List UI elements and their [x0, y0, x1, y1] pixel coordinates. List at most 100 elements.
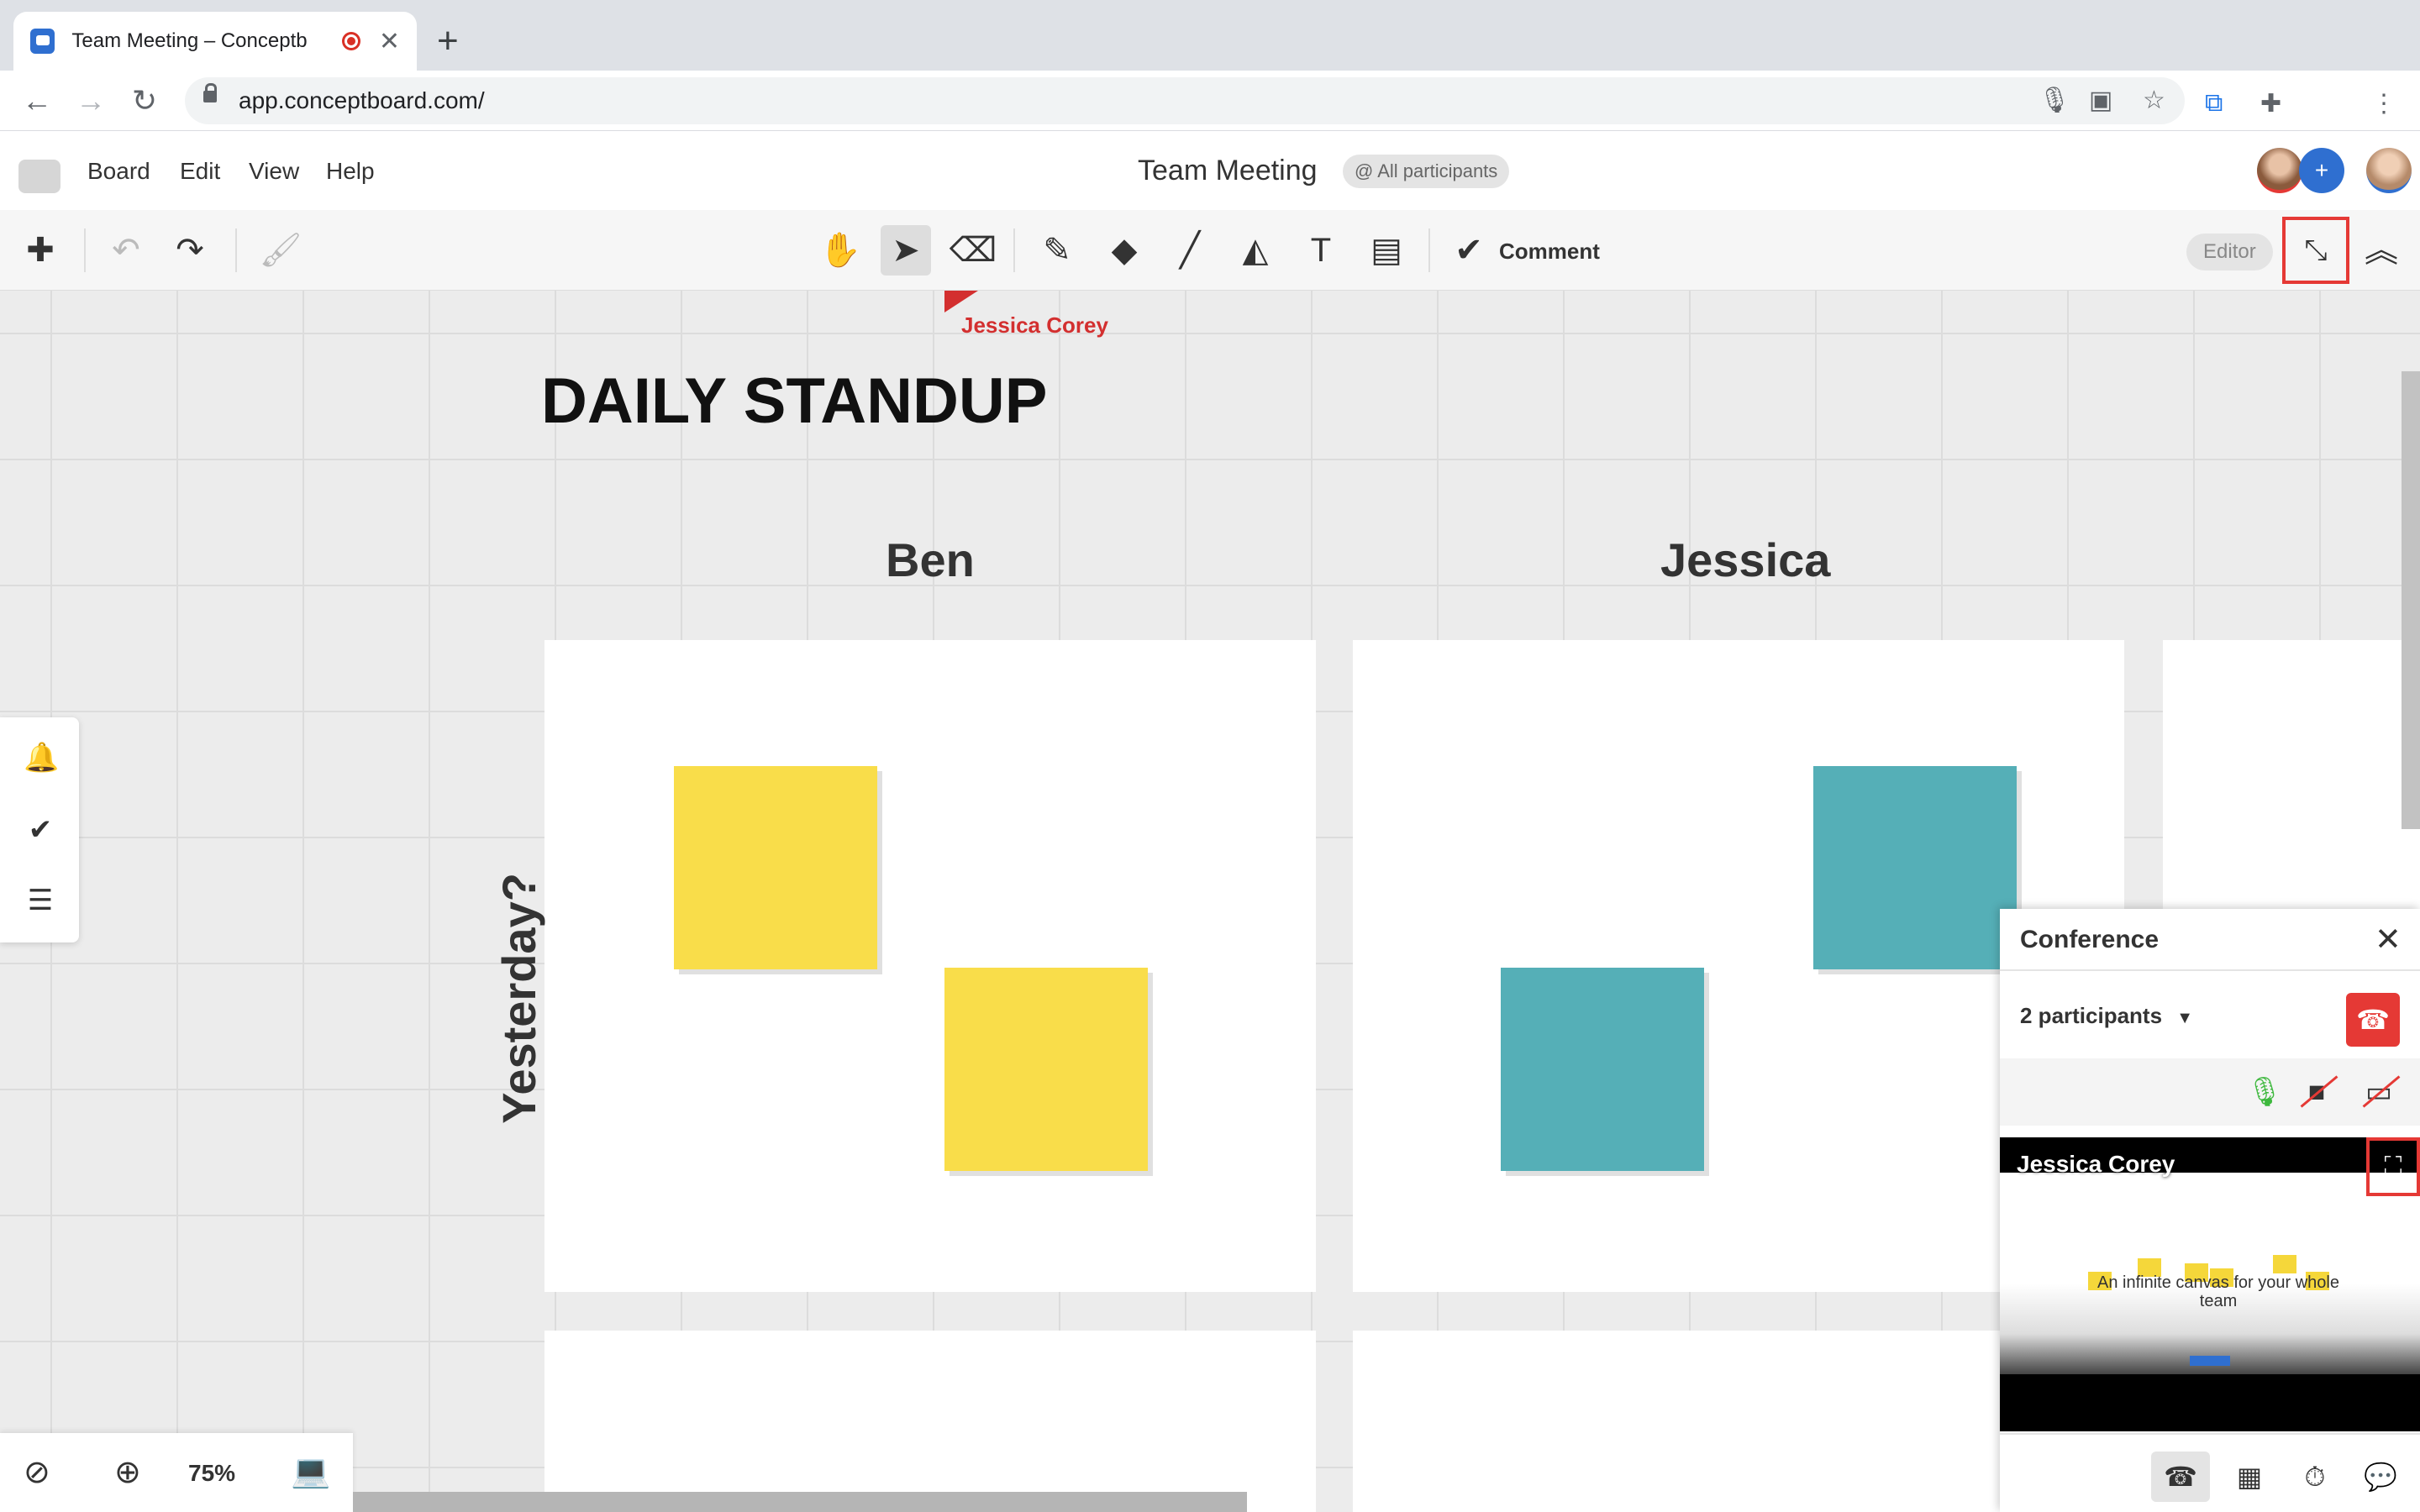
collapse-toolbar-icon[interactable]: ︽ — [2356, 225, 2407, 276]
conceptboard-favicon-icon — [30, 29, 55, 54]
marker-tool-icon[interactable]: ◆ — [1099, 225, 1150, 276]
browser-menu-icon[interactable]: ⋮ — [2371, 89, 2396, 118]
zoom-level[interactable]: 75% — [188, 1460, 235, 1487]
toolbar-divider — [1428, 228, 1430, 272]
board-title[interactable]: Team Meeting — [1138, 155, 1318, 187]
comment-icon[interactable]: ✔ — [1444, 225, 1494, 276]
video-participant-name: Jessica Corey — [2017, 1151, 2175, 1177]
microphone-icon[interactable]: 🎙 — [2039, 86, 2070, 115]
undo-icon[interactable]: ↶ — [101, 225, 151, 276]
sticky-note[interactable] — [674, 766, 877, 969]
row-label-yesterday[interactable]: Yesterday? — [492, 873, 546, 1124]
lock-icon — [203, 83, 217, 102]
menu-board[interactable]: Board — [87, 158, 150, 185]
add-user-icon[interactable]: + — [2299, 148, 2344, 193]
user-cursor-flag-icon — [944, 291, 978, 312]
presentation-tab-icon[interactable]: ▦ — [2220, 1452, 2279, 1502]
shapes-tool-icon[interactable]: ◭ — [1230, 225, 1281, 276]
menu-help[interactable]: Help — [326, 158, 375, 185]
browser-tab[interactable]: Team Meeting – Conceptb ✕ — [13, 12, 417, 71]
side-panel: 🔔 ✔ ☰ — [0, 717, 79, 942]
conference-title: Conference — [2020, 926, 2160, 953]
remote-cursor-label: Jessica Corey — [961, 312, 1108, 338]
conference-panel: Conference ✕ 2 participants ▼ ☎ 🎙 ■ ▭ An… — [2000, 909, 2420, 1512]
board-list-icon[interactable]: ☰ — [24, 884, 57, 917]
board-heading[interactable]: DAILY STANDUP — [541, 365, 1047, 438]
tasks-check-icon[interactable]: ✔ — [24, 813, 57, 847]
vertical-scrollbar[interactable] — [2402, 371, 2420, 829]
conceptboard-logo-icon[interactable] — [18, 160, 60, 193]
chevron-down-icon: ▼ — [2176, 1009, 2194, 1027]
hand-tool-icon[interactable]: ✋ — [815, 225, 865, 276]
editor-role-badge: Editor — [2186, 234, 2273, 270]
sticky-note-tool-icon[interactable]: ▤ — [1361, 225, 1412, 276]
browser-tabstrip: Team Meeting – Conceptb ✕ + — [0, 0, 2420, 71]
column-card-ben[interactable] — [544, 640, 1316, 1292]
tab-title: Team Meeting – Conceptb — [71, 29, 308, 52]
toolbar-divider — [84, 228, 86, 272]
toolbar-divider — [1013, 228, 1015, 272]
pen-tool-icon[interactable]: ✎ — [1032, 225, 1082, 276]
divider — [2000, 969, 2420, 971]
avatar-jessica[interactable] — [2257, 148, 2302, 193]
hang-up-button[interactable]: ☎ — [2346, 993, 2400, 1047]
add-icon[interactable]: ✚ — [15, 225, 66, 276]
fullscreen-exit-icon[interactable]: ⤡ — [2282, 217, 2349, 284]
select-tool-icon[interactable]: ➤ — [881, 225, 931, 276]
microphone-on-icon[interactable]: 🎙 — [2244, 1074, 2286, 1110]
participants-label: 2 participants — [2020, 1003, 2163, 1028]
app-header: Board Edit View Help Team Meeting @ All … — [0, 131, 2420, 210]
video-feed[interactable]: An infinite canvas for your whole team J… — [2000, 1137, 2420, 1431]
comment-button[interactable]: Comment — [1499, 239, 1600, 265]
timer-tab-icon[interactable]: ⏱ — [2286, 1452, 2344, 1502]
extensions-icon[interactable]: ✚ — [2260, 89, 2281, 118]
line-tool-icon[interactable]: ╱ — [1165, 225, 1215, 276]
media-controls: 🎙 ■ ▭ — [2000, 1058, 2420, 1126]
sticky-note[interactable] — [944, 968, 1148, 1171]
participants-dropdown[interactable]: 2 participants ▼ — [2020, 1003, 2193, 1029]
redo-icon[interactable]: ↷ — [165, 225, 215, 276]
mini-signup-button — [2190, 1356, 2230, 1366]
recording-icon — [342, 32, 360, 50]
new-tab-button[interactable]: + — [437, 18, 459, 64]
address-bar[interactable]: app.conceptboard.com/ 🎙 ▣ ☆ — [185, 77, 2185, 124]
avatar-ben[interactable] — [2366, 148, 2412, 193]
navigator-compass-icon[interactable]: ⊘ — [24, 1453, 50, 1491]
qr-code-icon[interactable]: ▣ — [2089, 86, 2112, 115]
format-painter-icon[interactable]: 🖌 — [255, 225, 306, 276]
forward-icon[interactable]: → — [72, 82, 109, 119]
text-tool-icon[interactable]: T — [1296, 225, 1346, 276]
close-tab-icon[interactable]: ✕ — [379, 27, 400, 56]
video-headline: An infinite canvas for your whole team — [2097, 1273, 2339, 1310]
menu-edit[interactable]: Edit — [180, 158, 220, 185]
notifications-bell-icon[interactable]: 🔔 — [24, 741, 59, 774]
sticky-note[interactable] — [1813, 766, 2017, 969]
zoom-in-icon[interactable]: ⊕ — [114, 1453, 141, 1491]
column-card-ben-row2[interactable] — [544, 1331, 1316, 1512]
video-fullscreen-icon[interactable]: ⛶ — [2366, 1137, 2420, 1196]
horizontal-scrollbar[interactable] — [353, 1492, 1247, 1512]
eraser-tool-icon[interactable]: ⌫ — [948, 225, 998, 276]
menu-view[interactable]: View — [249, 158, 299, 185]
back-icon[interactable]: ← — [18, 82, 55, 119]
chat-tab-icon[interactable]: 💬 — [2351, 1452, 2410, 1502]
call-tab-phone-icon[interactable]: ☎ — [2151, 1452, 2210, 1502]
column-heading-ben[interactable]: Ben — [886, 533, 975, 587]
sticky-note[interactable] — [1501, 968, 1704, 1171]
close-conference-icon[interactable]: ✕ — [2375, 921, 2402, 958]
mini-sticky — [2273, 1255, 2296, 1273]
presentation-laptop-icon[interactable]: 💻 — [291, 1453, 330, 1490]
all-participants-badge[interactable]: @ All participants — [1343, 155, 1510, 188]
reload-icon[interactable]: ↻ — [126, 82, 163, 119]
shared-screen: An infinite canvas for your whole team — [2000, 1173, 2420, 1374]
app-toolbar: ✚ ↶ ↷ 🖌 ✋ ➤ ⌫ ✎ ◆ ╱ ◭ T ▤ ✔ Comment Edit… — [0, 210, 2420, 291]
bookmark-star-icon[interactable]: ☆ — [2143, 86, 2165, 115]
cast-extension-icon[interactable]: ⧉ — [2205, 89, 2223, 118]
screen-share-off-icon[interactable]: ▭ — [2358, 1074, 2401, 1110]
column-heading-jessica[interactable]: Jessica — [1660, 533, 1830, 587]
toolbar-divider — [235, 228, 237, 272]
zoom-bar: ⊘ ⊕ 75% 💻 — [0, 1433, 353, 1512]
camera-off-icon[interactable]: ■ — [2296, 1074, 2338, 1110]
browser-toolbar: ← → ↻ app.conceptboard.com/ 🎙 ▣ ☆ ⧉ ✚ ⋮ — [0, 71, 2420, 131]
url-text[interactable]: app.conceptboard.com/ — [239, 87, 485, 114]
